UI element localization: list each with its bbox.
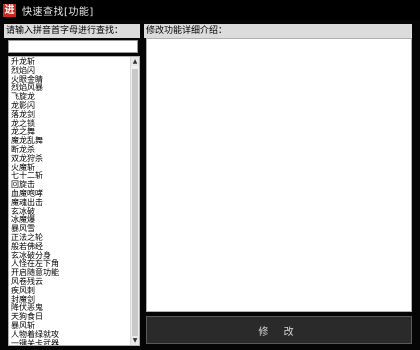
scroll-thumb[interactable] [132,69,138,345]
list-item[interactable]: 落龙剑 [9,110,129,119]
list-item[interactable]: 断龙杀 [9,145,129,154]
list-item[interactable]: 双龙狩杀 [9,154,129,163]
list-item[interactable]: 魔魂出击 [9,198,129,207]
list-item[interactable]: 七十二斩 [9,171,129,180]
list-item[interactable]: 烈焰闪 [9,66,129,75]
list-item[interactable]: 魔龙乱舞 [9,136,129,145]
list-item[interactable]: 人物着绿就攻 [9,330,129,339]
description-textarea[interactable] [146,38,412,312]
list-item[interactable]: 火眼金睛 [9,75,129,84]
list-item[interactable]: 升龙斩 [9,57,129,66]
list-item[interactable]: 血魔咆哮 [9,189,129,198]
list-item[interactable]: 一键关卡武器 [9,339,129,345]
list-item[interactable]: 玄冰破 [9,207,129,216]
list-item[interactable]: 飞旋龙 [9,92,129,101]
list-item[interactable]: 玄冰破分身 [9,251,129,260]
list-item[interactable]: 正法之轮 [9,233,129,242]
list-item[interactable]: 人怪在左下角 [9,259,129,268]
list-item[interactable]: 回旋击 [9,180,129,189]
modify-button[interactable]: 修 改 [146,316,412,344]
title-bar[interactable]: 进 快速查找[功能] [0,0,420,20]
list-item[interactable]: 暴风雪 [9,224,129,233]
window-title: 快速查找[功能] [22,6,94,18]
list-item[interactable]: 风卷残云 [9,277,129,286]
list-item[interactable]: 龙之舞 [9,127,129,136]
function-list[interactable]: 升龙斩 烈焰闪 火眼金睛 烈焰风暴 飞旋龙 龙影闪 落龙剑 龙之锁 龙之舞 魔龙乱舞 断龙杀 双龙狩杀… [8,56,140,346]
description-label: 修改功能详细介绍： [144,24,412,38]
function-list-items: 升龙斩 烈焰闪 火眼金睛 烈焰风暴 飞旋龙 龙影闪 落龙剑 龙之锁 龙之舞 魔龙乱舞 断龙杀 双龙狩杀… [9,57,129,345]
list-item[interactable]: 般若佛经 [9,242,129,251]
list-item[interactable]: 龙影闪 [9,101,129,110]
scroll-up-icon[interactable]: ▲ [131,57,139,66]
list-scrollbar[interactable]: ▲ ▼ [130,57,139,345]
list-item[interactable]: 封魔剑 [9,295,129,304]
search-input[interactable] [8,40,138,53]
scroll-down-icon[interactable]: ▼ [131,336,139,345]
list-item[interactable]: 暴风斩 [9,321,129,330]
app-icon: 进 [3,3,16,17]
list-item[interactable]: 龙之锁 [9,119,129,128]
quick-find-window: 进 快速查找[功能] 请输入拼音首字母进行查找： 修改功能详细介绍： 升龙斩 烈焰… [0,0,420,350]
list-item[interactable]: 火魔斩 [9,163,129,172]
list-item[interactable]: 降伏恶鬼 [9,303,129,312]
list-item[interactable]: 开启随意功能 [9,268,129,277]
list-item[interactable]: 天狗食日 [9,312,129,321]
list-item[interactable]: 烈焰风暴 [9,83,129,92]
search-label: 请输入拼音首字母进行查找： [4,24,140,38]
list-item[interactable]: 疾风刺 [9,286,129,295]
list-item[interactable]: 冰魔爆 [9,215,129,224]
